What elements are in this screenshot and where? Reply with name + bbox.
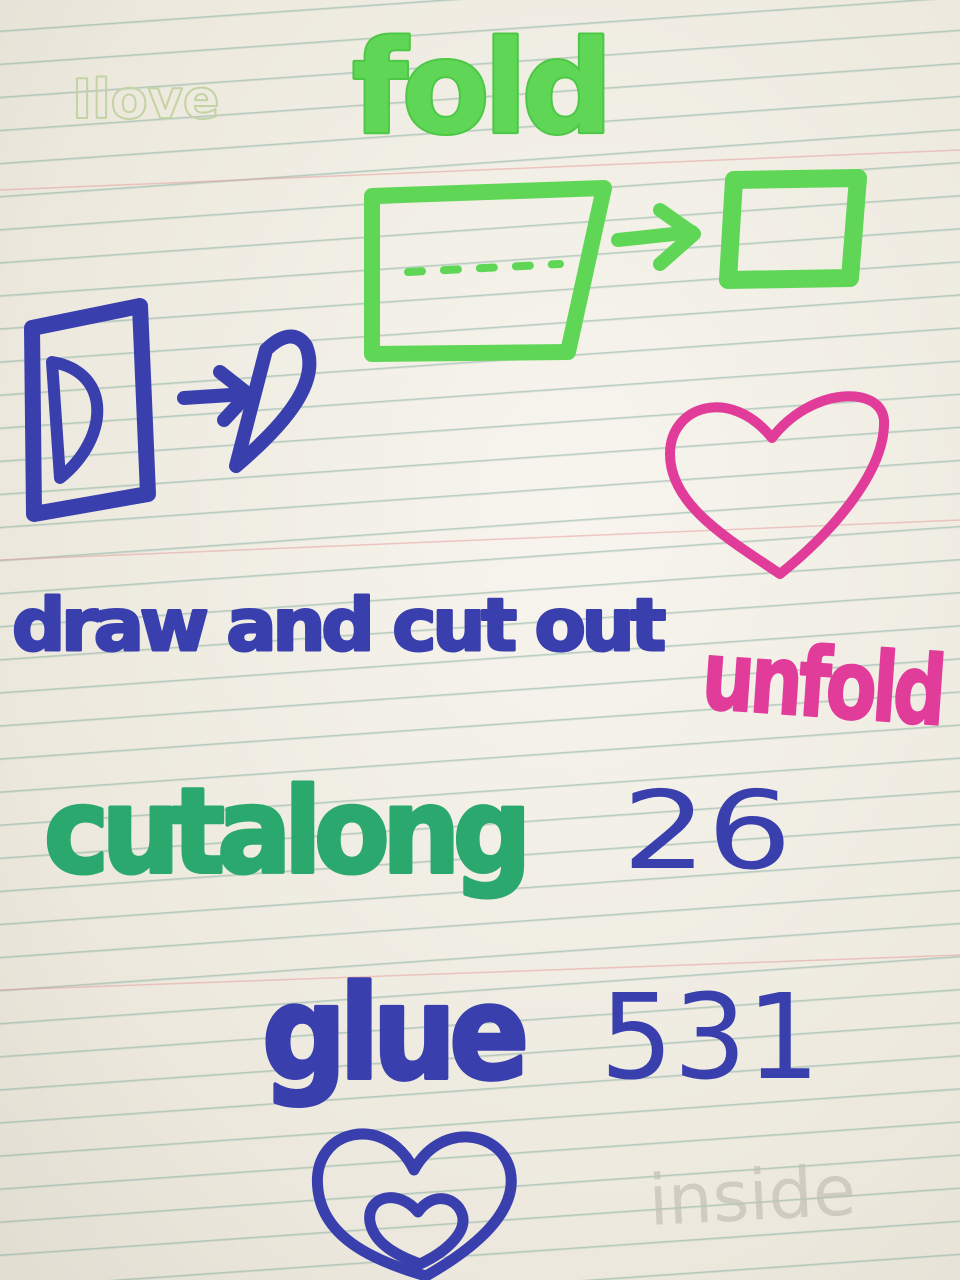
- number-26: 26: [622, 769, 792, 894]
- cut-along-label: cutalong: [44, 762, 524, 900]
- faint-top-text: Ilove: [72, 68, 220, 131]
- heart-icon: [665, 391, 890, 579]
- fold-label: fold: [352, 14, 607, 163]
- unfold-label: unfold: [698, 619, 945, 747]
- notebook-page: Ilove inside fold draw and cut out unfol…: [0, 0, 960, 1280]
- double-heart-icon: [311, 1128, 517, 1280]
- glue-label: glue: [262, 957, 524, 1109]
- faint-bottom-text: inside: [647, 1149, 858, 1242]
- cut-diagram-icon: [24, 298, 317, 522]
- fold-diagram-icon: [364, 169, 867, 362]
- drawing-canvas: Ilove inside fold draw and cut out unfol…: [0, 12, 960, 1280]
- draw-cut-out-label: draw and cut out: [12, 583, 665, 667]
- number-531: 531: [600, 968, 820, 1106]
